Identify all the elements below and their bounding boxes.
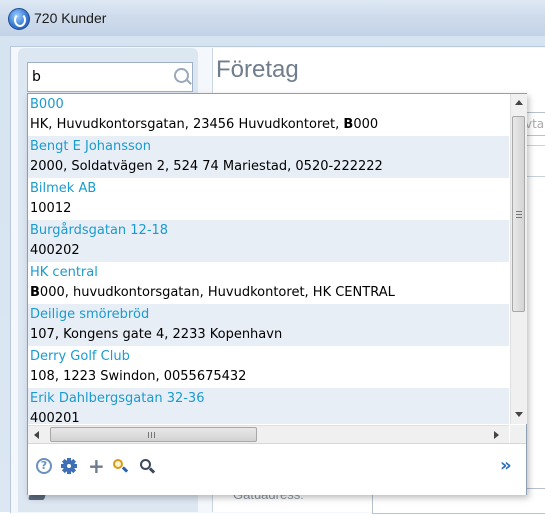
scroll-left-icon[interactable]	[34, 431, 39, 439]
result-name: Deilige smörebröd	[30, 307, 150, 322]
result-detail: 2000, Soldatvägen 2, 524 74 Mariestad, 0…	[30, 159, 383, 174]
horizontal-scrollbar[interactable]	[28, 425, 509, 444]
result-name: Bilmek AB	[30, 181, 97, 196]
result-name: HK central	[30, 265, 98, 280]
partial-field[interactable]: vta	[524, 112, 545, 136]
window-title: 720 Kunder	[34, 10, 107, 26]
grip-line	[148, 432, 149, 438]
scroll-right-icon[interactable]	[494, 431, 499, 439]
key-search-icon[interactable]	[112, 458, 129, 474]
result-name: Erik Dahlbergsgatan 32-36	[30, 391, 205, 406]
list-item[interactable]: B000 HK, Huvudkontorsgatan, 23456 Huvudk…	[28, 94, 509, 136]
page-title: Företag	[216, 56, 299, 83]
help-icon[interactable]: ?	[36, 458, 52, 474]
search-results-dropdown: B000 HK, Huvudkontorsgatan, 23456 Huvudk…	[27, 93, 527, 495]
scroll-up-icon[interactable]	[515, 100, 523, 105]
vertical-scrollbar[interactable]	[510, 94, 527, 424]
result-name: B000	[30, 97, 64, 112]
search-icon[interactable]	[174, 68, 189, 83]
gear-icon[interactable]	[61, 458, 77, 474]
grip-line	[516, 217, 522, 218]
field-divider	[526, 145, 545, 146]
zoom-icon[interactable]	[139, 458, 156, 474]
grip-line	[154, 432, 155, 438]
list-item[interactable]: Bengt E Johansson 2000, Soldatvägen 2, 5…	[28, 136, 509, 178]
result-detail: 400201	[30, 411, 80, 424]
scrollbar-corner	[510, 425, 526, 443]
result-detail: 107, Kongens gate 4, 2233 Kopenhavn	[30, 327, 283, 342]
field-divider	[526, 176, 545, 177]
list-item[interactable]: Erik Dahlbergsgatan 32-36 400201	[28, 388, 509, 424]
list-item[interactable]: Bilmek AB 10012	[28, 178, 509, 220]
title-bar: 720 Kunder	[0, 0, 545, 37]
app-icon[interactable]	[8, 8, 30, 30]
result-name: Derry Golf Club	[30, 349, 130, 364]
result-name: Bengt E Johansson	[30, 139, 151, 154]
grip-line	[516, 211, 522, 212]
dropdown-toolbar: ? + »	[28, 443, 526, 495]
search-input[interactable]	[32, 67, 162, 87]
horizontal-scroll-thumb[interactable]	[50, 427, 257, 442]
partial-field-text: vta	[525, 117, 545, 131]
list-item[interactable]: Burgårdsgatan 12-18 400202	[28, 220, 509, 262]
result-detail: B000, huvudkontorsgatan, Huvudkontoret, …	[30, 285, 395, 300]
search-box	[27, 62, 193, 92]
grip-line	[516, 214, 522, 215]
result-detail: 108, 1223 Swindon, 0055675432	[30, 369, 247, 384]
scroll-down-icon[interactable]	[515, 412, 523, 417]
grip-line	[151, 432, 152, 438]
expand-icon[interactable]: »	[500, 457, 512, 475]
results-list: B000 HK, Huvudkontorsgatan, 23456 Huvudk…	[28, 94, 509, 424]
result-detail: 400202	[30, 243, 80, 258]
plus-icon[interactable]: +	[88, 456, 105, 476]
result-detail: 10012	[30, 201, 72, 216]
list-item[interactable]: Deilige smörebröd 107, Kongens gate 4, 2…	[28, 304, 509, 346]
list-item[interactable]: HK central B000, huvudkontorsgatan, Huvu…	[28, 262, 509, 304]
result-detail: HK, Huvudkontorsgatan, 23456 Huvudkontor…	[30, 117, 379, 132]
result-name: Burgårdsgatan 12-18	[30, 223, 169, 238]
list-item[interactable]: Derry Golf Club 108, 1223 Swindon, 00556…	[28, 346, 509, 388]
vertical-scroll-thumb[interactable]	[512, 116, 525, 312]
